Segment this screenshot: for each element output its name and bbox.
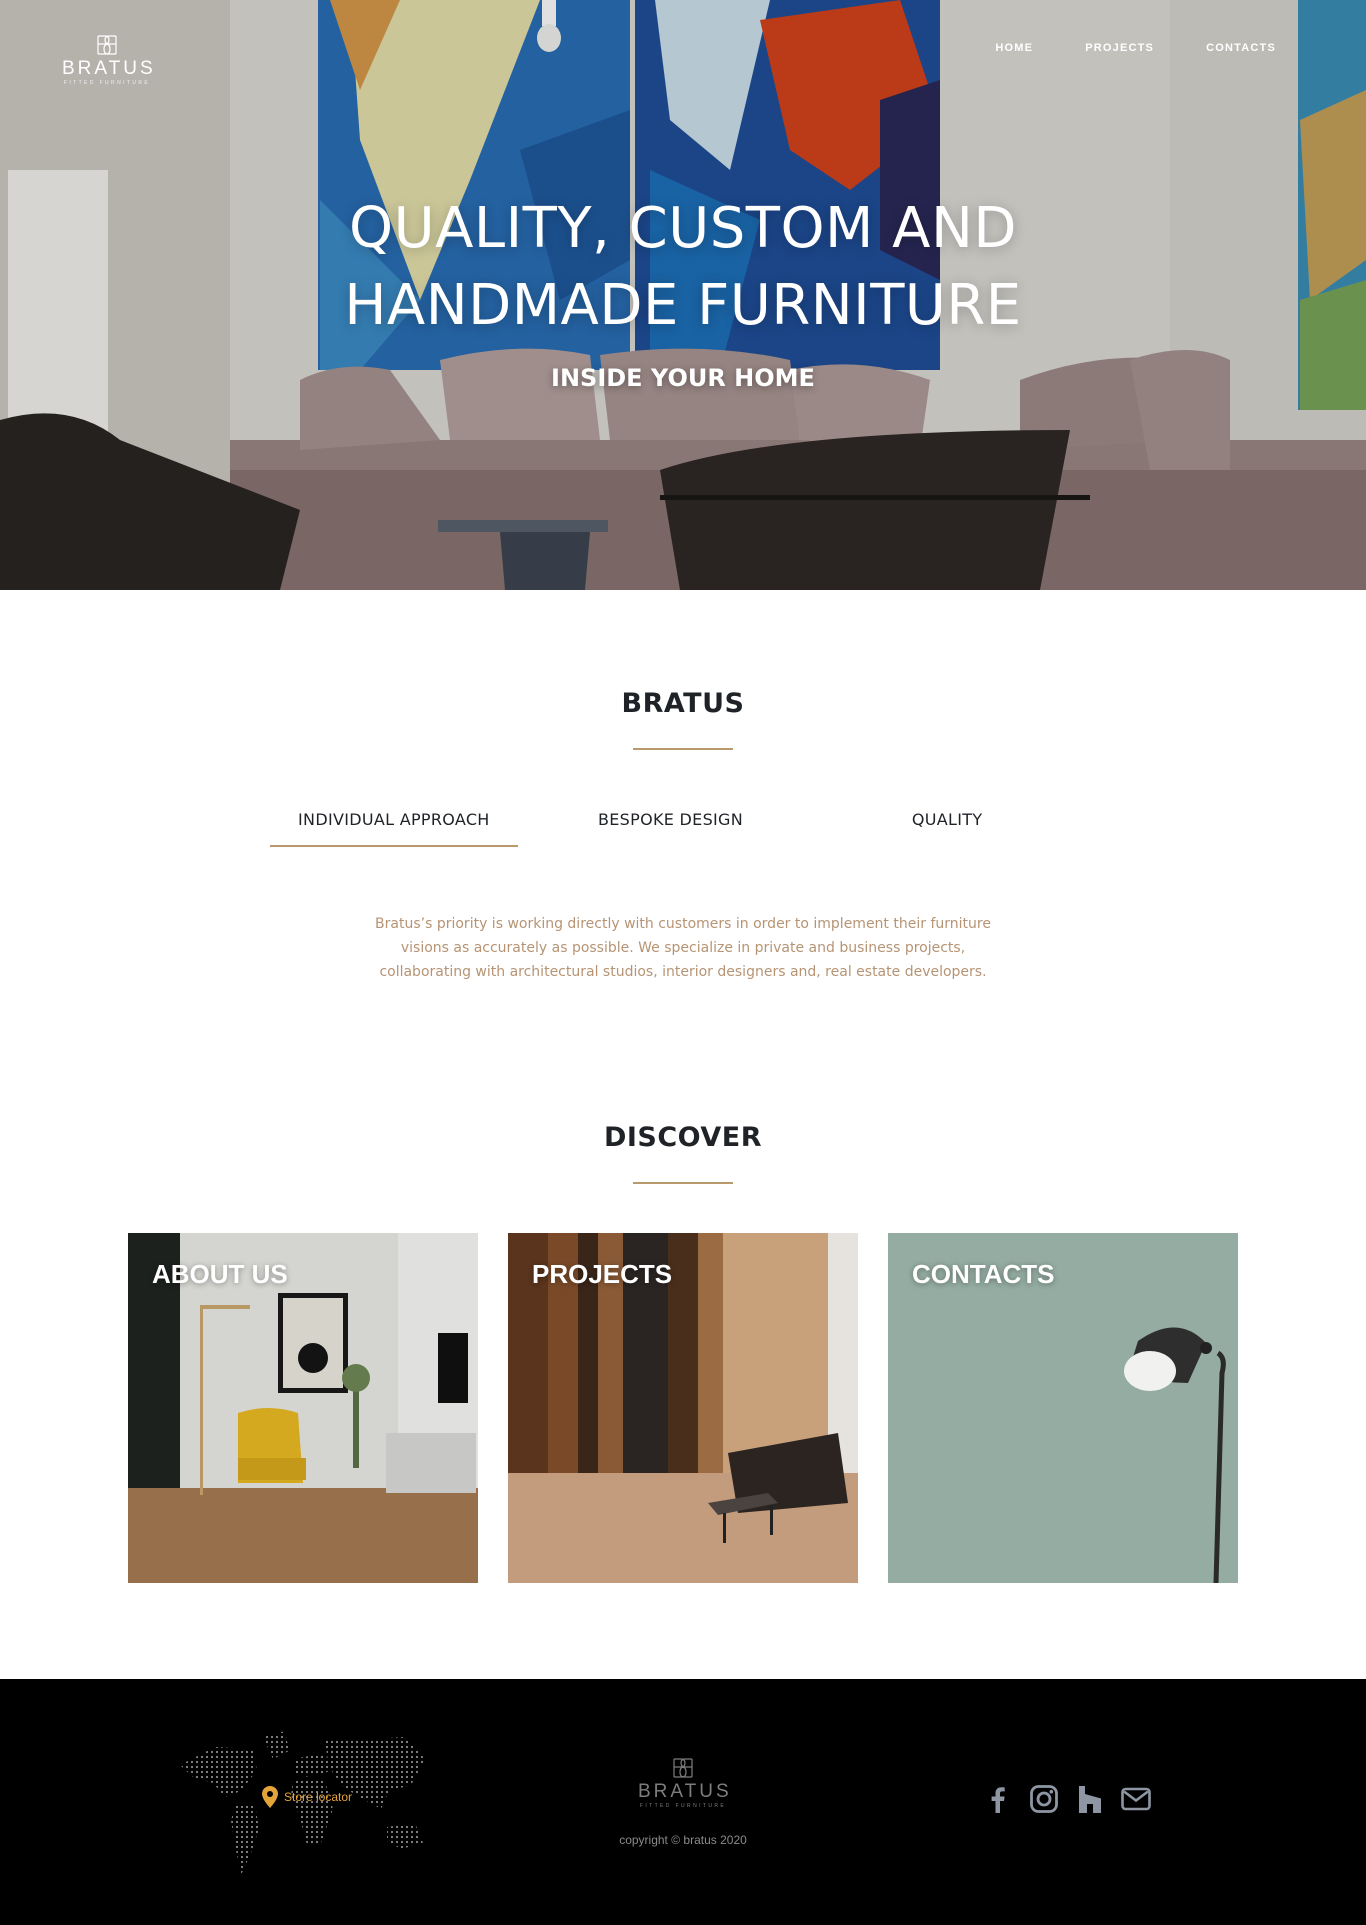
about-title: BRATUS xyxy=(621,688,745,719)
discover-title: DISCOVER xyxy=(603,1122,763,1153)
footer-brand-tagline: FITTED FURNITURE xyxy=(639,1803,727,1809)
brand-name: BRATUS xyxy=(62,58,156,79)
tab-individual-approach[interactable]: INDIVIDUAL APPROACH xyxy=(270,810,518,847)
store-locator-link[interactable]: Store locator xyxy=(262,1786,352,1808)
tab-bespoke-design[interactable]: BESPOKE DESIGN xyxy=(547,810,795,847)
discover-title-divider xyxy=(633,1182,733,1184)
about-title-divider xyxy=(633,748,733,750)
brand-tagline: FITTED FURNITURE xyxy=(63,80,151,86)
brand-logo[interactable]: BRATUS FITTED FURNITURE xyxy=(62,34,156,90)
feature-tabs: INDIVIDUAL APPROACH BESPOKE DESIGN QUALI… xyxy=(270,810,1100,847)
card-about-us-label: ABOUT US xyxy=(152,1259,288,1289)
social-links xyxy=(982,1783,1152,1815)
copyright: copyright © bratus 2020 xyxy=(619,1833,747,1847)
mail-icon xyxy=(1121,1787,1151,1811)
main-nav: HOME PROJECTS CONTACTS xyxy=(995,42,1276,54)
hero-title: QUALITY, CUSTOM AND HANDMADE FURNITURE xyxy=(0,190,1366,344)
card-contacts[interactable]: CONTACTS xyxy=(888,1233,1238,1583)
facebook-icon xyxy=(991,1787,1005,1813)
instagram-icon xyxy=(1030,1785,1058,1813)
card-projects-label: PROJECTS xyxy=(532,1259,673,1289)
houzz-icon xyxy=(1079,1786,1101,1813)
map-pin-icon xyxy=(262,1786,278,1808)
store-locator-label: Store locator xyxy=(284,1790,353,1804)
houzz-link[interactable] xyxy=(1074,1783,1106,1815)
card-projects[interactable]: PROJECTS xyxy=(508,1233,858,1583)
instagram-link[interactable] xyxy=(1028,1783,1060,1815)
email-link[interactable] xyxy=(1120,1783,1152,1815)
logo-monogram-icon xyxy=(97,35,117,55)
hero-title-line-1: QUALITY, CUSTOM AND xyxy=(349,196,1017,261)
hero: BRATUS FITTED FURNITURE HOME PROJECTS CO… xyxy=(0,0,1366,590)
nav-home[interactable]: HOME xyxy=(995,42,1033,54)
nav-projects[interactable]: PROJECTS xyxy=(1085,42,1154,54)
about-description: Bratus’s priority is working directly wi… xyxy=(375,916,991,980)
nav-contacts[interactable]: CONTACTS xyxy=(1206,42,1276,54)
tab-quality[interactable]: QUALITY xyxy=(823,810,1071,847)
footer-logo[interactable]: BRATUS FITTED FURNITURE xyxy=(638,1757,732,1813)
card-contacts-label: CONTACTS xyxy=(912,1259,1055,1289)
hero-title-line-2: HANDMADE FURNITURE xyxy=(344,273,1022,338)
hero-subtitle: INSIDE YOUR HOME xyxy=(551,364,815,392)
footer: Store locator BRATUS FITTED FURNITURE co… xyxy=(0,1679,1366,1925)
footer-brand-name: BRATUS xyxy=(638,1781,732,1802)
footer-logo-monogram-icon xyxy=(673,1758,693,1778)
card-about-us[interactable]: ABOUT US xyxy=(128,1233,478,1583)
discover-cards: ABOUT US PROJECTS CONTACTS xyxy=(128,1233,1238,1583)
facebook-link[interactable] xyxy=(982,1783,1014,1815)
